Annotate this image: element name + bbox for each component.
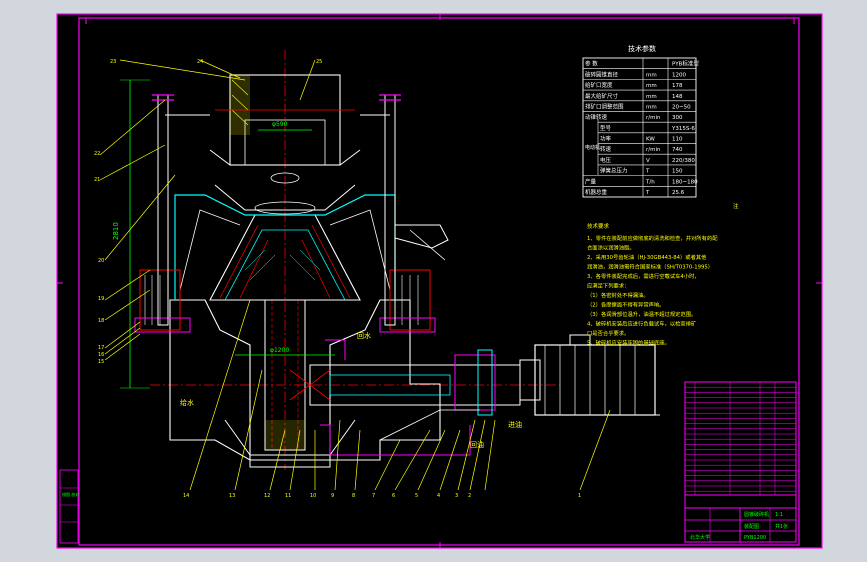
params-cell: 148	[672, 94, 683, 100]
params-header-cell: 参 数	[585, 60, 598, 68]
params-cell: 电压	[600, 156, 612, 164]
params-cell: 220/380	[672, 158, 695, 164]
params-cell: mm	[646, 104, 657, 110]
note-line: 润滑油，润滑油需符合国家标准（SH/T0370-1995）	[587, 263, 713, 271]
params-cell: 转速	[600, 145, 612, 153]
note-line: 2、采用30号齿轮油（HJ-30GB443-84）或者其他	[587, 253, 707, 261]
params-cell: Y315S-6	[671, 126, 695, 132]
params-cell: 150	[672, 169, 683, 175]
feed-water-label: 给水	[180, 398, 194, 407]
balloon-7: 7	[372, 493, 375, 499]
params-cell: 弹簧总压力	[600, 167, 628, 175]
params-cell: 动锥转速	[585, 113, 608, 121]
balloon-18: 18	[98, 318, 104, 324]
params-cell: mm	[646, 83, 657, 89]
diameter-top-text: φ590	[272, 121, 288, 128]
note-line: （2）各摩擦面不得有异常声响。	[587, 301, 665, 309]
balloon-14: 14	[183, 493, 189, 499]
balloon-22: 22	[94, 151, 100, 157]
params-cell: 机器总重	[585, 188, 608, 196]
balloon-24: 24	[197, 59, 203, 65]
balloon-6: 6	[392, 493, 395, 499]
params-cell: mm	[646, 94, 657, 100]
params-cell: 功率	[600, 135, 612, 143]
note-line: （1）各密封处不得漏油。	[587, 291, 649, 299]
notes-header: 注	[733, 202, 739, 210]
params-title: 技术参数	[628, 44, 656, 53]
params-header-cell: PYB标准型	[672, 60, 699, 68]
note-line: 4、破碎机安装后应进行负载试车，以检查排矿	[587, 320, 697, 328]
left-stamp-label: 描图 校对	[62, 491, 79, 497]
params-cell: 20~50	[672, 104, 691, 110]
title-company: 北华大学	[690, 534, 710, 541]
balloon-11: 11	[285, 493, 291, 499]
params-cell: T	[645, 169, 650, 175]
balloon-15: 15	[98, 359, 104, 365]
balloon-19: 19	[98, 296, 104, 302]
balloon-12: 12	[264, 493, 270, 499]
params-cell: 740	[672, 147, 683, 153]
title-drawing-no: PYB1200	[744, 535, 766, 541]
note-line: 1、零件在装配前应做彻底的清洗和检查，并对所有的配	[587, 234, 718, 242]
title-sheet: 共1张	[775, 523, 788, 530]
note-line: 合面涂以润滑油脂。	[587, 244, 635, 252]
params-cell: 型号	[600, 124, 612, 132]
note-line: 3、各零件装配完成后，需进行空载试车4小时，	[587, 272, 700, 280]
params-cell: 产量	[585, 177, 597, 185]
params-cell: 给矿口宽度	[585, 81, 613, 89]
balloon-2: 2	[468, 493, 471, 499]
height-dim-text: 2810	[112, 222, 120, 240]
params-cell: KW	[646, 137, 655, 143]
params-cell: 180~180	[672, 179, 698, 185]
note-line: 应满足下列要求：	[587, 282, 629, 290]
note-line: （3）各润滑部位温升，油温不超过规定范围。	[587, 310, 696, 318]
title-scale: 1:1	[775, 512, 783, 518]
params-cell: 25.6	[672, 190, 685, 196]
notes-subheader: 技术要求	[587, 222, 610, 230]
balloon-20: 20	[98, 258, 104, 264]
balloon-10: 10	[310, 493, 316, 499]
balloon-9: 9	[331, 493, 334, 499]
cad-drawing: 描图 校对 2810 φ590 φ1200 给水 回水 进油 回油 23 24 …	[56, 13, 823, 549]
title-assembly: 装配图	[744, 523, 759, 530]
balloon-1: 1	[578, 493, 581, 499]
outer-frame	[56, 13, 823, 549]
note-line: 口是否合乎要求。	[587, 329, 629, 337]
balloon-4: 4	[437, 493, 440, 499]
params-cell: 最大给矿尺寸	[585, 92, 619, 100]
balloon-3: 3	[455, 493, 458, 499]
params-cell: mm	[646, 72, 657, 78]
balloon-21: 21	[94, 177, 100, 183]
canvas-area: 描图 校对 2810 φ590 φ1200 给水 回水 进油 回油 23 24 …	[0, 0, 867, 562]
note-line: 5、破碎机应安装牢固的基础底座。	[587, 339, 670, 347]
balloon-23: 23	[110, 59, 116, 65]
params-cell: 破碎圆锥直径	[585, 70, 619, 78]
params-cell: 300	[672, 115, 683, 121]
balloon-25: 25	[316, 59, 322, 65]
return-water-label: 回水	[357, 331, 371, 340]
params-cell: 1200	[672, 72, 686, 78]
params-cell: V	[646, 158, 650, 164]
params-cell: 178	[672, 83, 683, 89]
title-name: 圆锥破碎机	[744, 511, 769, 518]
balloon-13: 13	[229, 493, 235, 499]
params-cell: r/min	[646, 115, 661, 121]
oil-in-label: 进油	[508, 420, 522, 429]
params-cell: T	[645, 190, 650, 196]
diameter-bottom-text: φ1200	[270, 347, 289, 354]
params-cell: r/min	[646, 147, 661, 153]
balloon-8: 8	[352, 493, 355, 499]
balloon-17: 17	[98, 345, 104, 351]
params-cell: T/h	[645, 179, 655, 185]
oil-out-label: 回油	[470, 440, 484, 449]
balloon-16: 16	[98, 352, 104, 358]
motor-group-label: 电动机	[585, 144, 600, 151]
params-cell: 排矿口调整范围	[585, 102, 624, 110]
params-cell: 110	[672, 137, 683, 143]
balloon-5: 5	[415, 493, 418, 499]
